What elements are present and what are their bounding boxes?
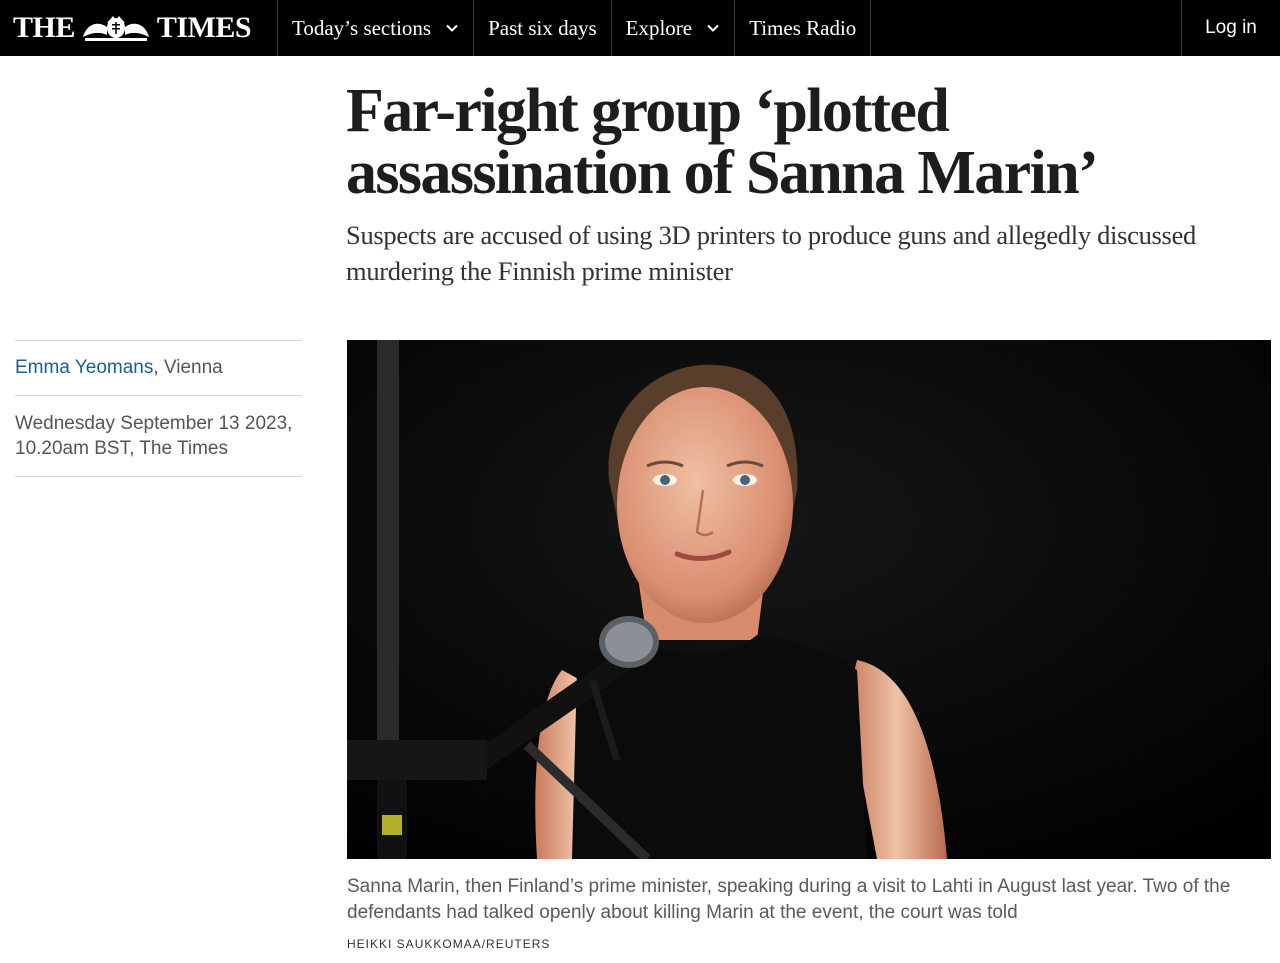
logo-word-the: THE [13,11,75,44]
article-standfirst: Suspects are accused of using 3D printer… [346,220,1196,286]
chevron-down-icon [707,24,719,32]
author-link[interactable]: Emma Yeomans [15,357,153,378]
login-button[interactable]: Log in [1181,0,1280,56]
nav-todays-sections[interactable]: Today’s sections [278,0,475,56]
article-headline: Far-right group ‘plotted assassination o… [346,77,1099,207]
nav-label: Today’s sections [292,15,432,40]
nav-label: Past six days [488,15,597,40]
times-logo[interactable]: THE TIMES [0,0,278,56]
byline-panel: Emma Yeomans, Vienna Wednesday September… [15,340,302,477]
lead-image-illustration [347,340,1271,859]
lead-image [347,340,1271,859]
nav-explore[interactable]: Explore [612,0,736,56]
author-location: , Vienna [153,357,223,378]
image-caption: Sanna Marin, then Finland’s prime minist… [347,876,1231,923]
nav-label: Times Radio [749,15,857,40]
nav-label: Explore [625,15,693,40]
image-credit: HEIKKI SAUKKOMAA/REUTERS [347,937,551,951]
chevron-down-icon [446,24,458,32]
divider [15,476,302,477]
royal-crest-icon [82,16,149,41]
top-nav-bar: THE TIMES Today’s sections Past six days [0,0,1280,56]
logo-word-times: TIMES [156,11,252,44]
author-row: Emma Yeomans, Vienna [15,341,302,395]
nav-past-six-days[interactable]: Past six days [474,0,612,56]
nav-times-radio[interactable]: Times Radio [735,0,872,56]
publish-date: Wednesday September 13 2023, 10.20am BST… [15,413,293,459]
